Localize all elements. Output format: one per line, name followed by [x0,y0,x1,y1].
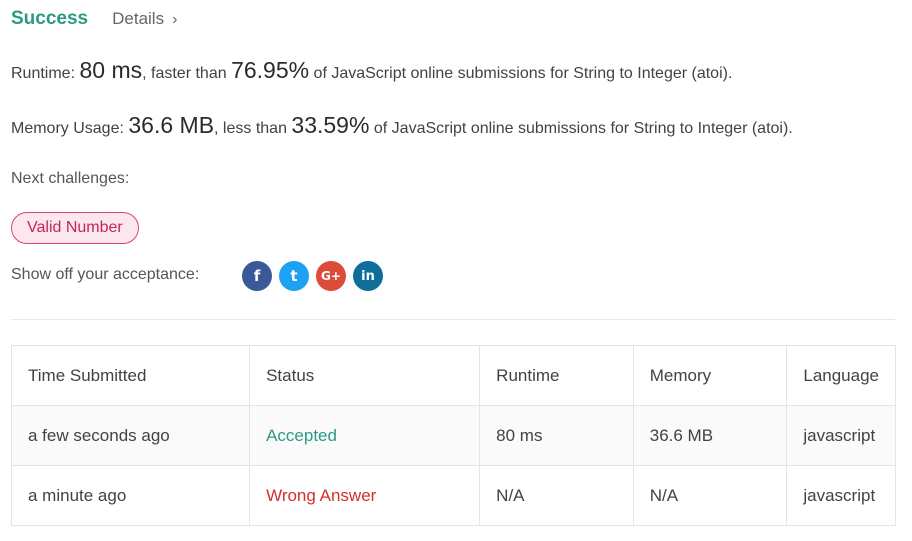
column-time-submitted: Time Submitted [10,345,251,406]
memory-value: 36.6 MB [128,112,215,138]
google-plus-icon[interactable]: G+ [316,261,346,291]
runtime-summary: Runtime: 80 ms, faster than 76.95% of Ja… [11,57,732,84]
runtime-percentile: 76.95% [231,57,310,83]
time-submitted-cell: a few seconds ago [10,405,251,466]
column-memory: Memory [632,345,788,406]
time-submitted-cell: a minute ago [10,465,251,526]
language-cell: javascript [786,405,896,466]
table-row: a few seconds ago Accepted 80 ms 36.6 MB… [10,405,896,466]
chevron-right-icon: › [172,11,178,28]
status-link[interactable]: Wrong Answer [249,465,481,526]
memory-cell: 36.6 MB [632,405,788,466]
memory-mid-text: , less than [214,120,287,137]
runtime-label: Runtime: [11,65,76,82]
submissions-table: Time Submitted Status Runtime Memory Lan… [10,345,896,526]
memory-summary: Memory Usage: 36.6 MB, less than 33.59% … [11,112,793,139]
language-cell: javascript [786,465,896,526]
details-link-label: Details [112,9,165,28]
runtime-cell: 80 ms [479,405,634,466]
result-header: Success Details › [11,8,177,30]
next-challenge-tag[interactable]: Valid Number [11,212,139,244]
facebook-icon[interactable]: f [242,261,272,291]
column-status: Status [249,345,481,406]
column-language: Language [786,345,896,406]
table-row: a minute ago Wrong Answer N/A N/A javasc… [10,465,896,526]
submission-status-title: Success [11,8,89,29]
column-runtime: Runtime [479,345,634,406]
linkedin-icon[interactable]: in [353,261,383,291]
memory-percentile: 33.59% [291,112,370,138]
details-link[interactable]: Details › [112,9,177,29]
runtime-cell: N/A [479,465,634,526]
table-header-row: Time Submitted Status Runtime Memory Lan… [10,345,896,406]
runtime-mid-text: , faster than [142,65,227,82]
runtime-value: 80 ms [79,57,143,83]
runtime-suffix: of JavaScript online submissions for Str… [313,65,733,82]
memory-label: Memory Usage: [11,120,124,137]
twitter-icon[interactable]: t [279,261,309,291]
status-link[interactable]: Accepted [249,405,481,466]
memory-cell: N/A [632,465,788,526]
share-label: Show off your acceptance: [11,266,200,283]
divider [11,319,895,320]
next-challenges-label: Next challenges: [11,170,130,187]
share-icons: f t G+ in [242,261,390,291]
memory-suffix: of JavaScript online submissions for Str… [373,120,793,137]
